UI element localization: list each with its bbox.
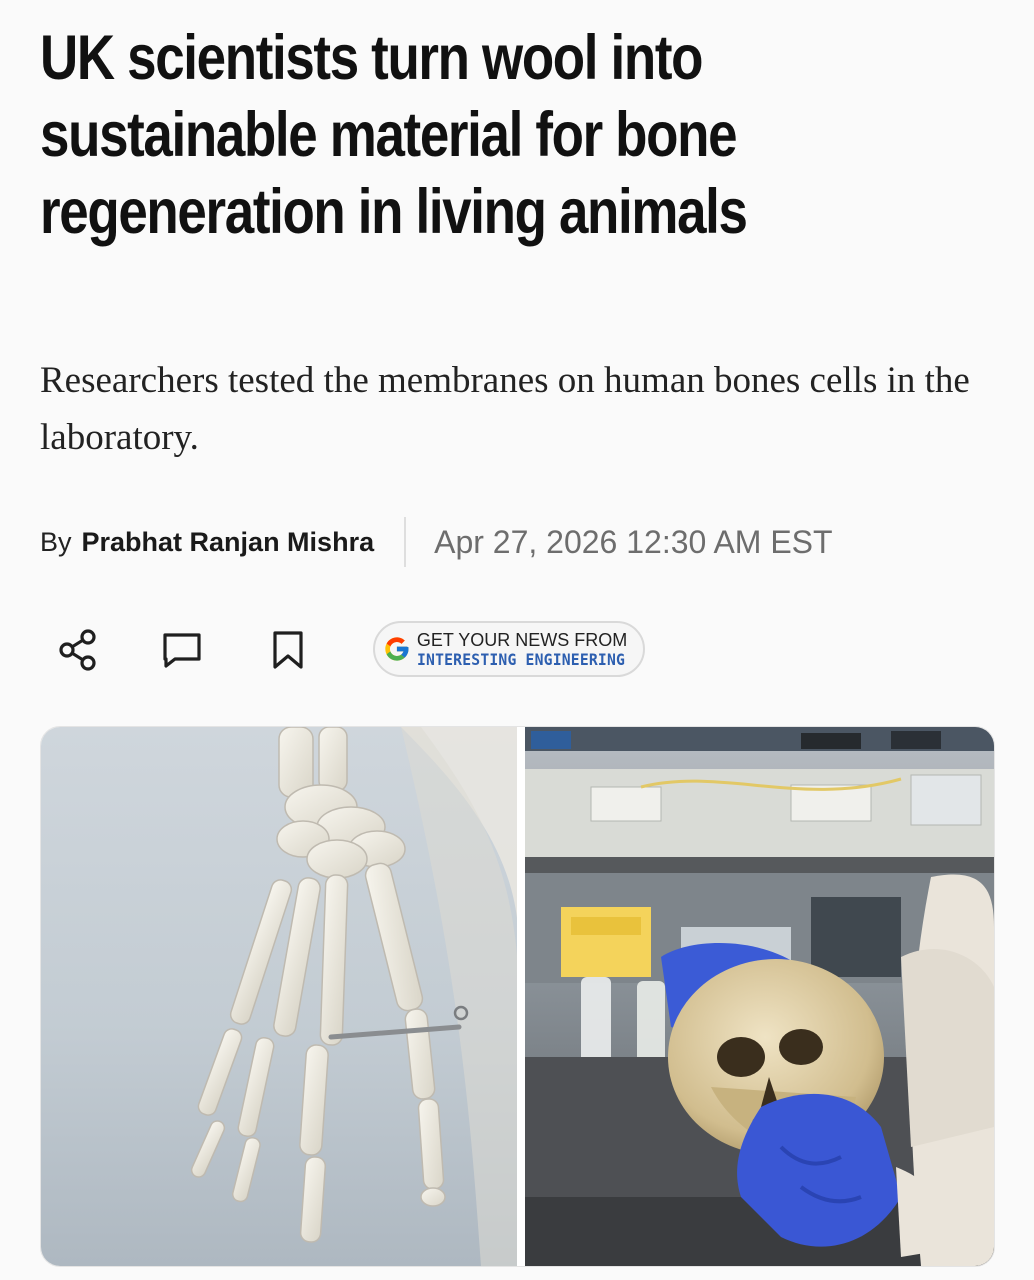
google-news-line1: GET YOUR NEWS FROM (416, 629, 628, 650)
comment-icon (163, 633, 201, 668)
google-g-icon (385, 637, 409, 661)
article-headline: UK scientists turn wool into sustainable… (40, 23, 748, 247)
google-news-follow-button[interactable]: GET YOUR NEWS FROM INTERESTING ENGINEERI… (373, 621, 645, 677)
article-subheadline: Researchers tested the membranes on huma… (40, 360, 970, 458)
hero-image (40, 726, 995, 1267)
byline-prefix: By (40, 526, 72, 557)
byline: By Prabhat Ranjan Mishra Apr 27, 2026 12… (40, 515, 833, 569)
author-name[interactable]: Prabhat Ranjan Mishra (82, 527, 375, 558)
bookmark-button[interactable] (262, 624, 314, 676)
skeleton-hand-photo (41, 727, 525, 1266)
bookmark-icon (273, 631, 303, 669)
article-actions: GET YOUR NEWS FROM INTERESTING ENGINEERI… (40, 618, 740, 682)
comment-button[interactable] (156, 624, 208, 676)
share-icon (59, 629, 96, 671)
share-button[interactable] (52, 624, 104, 676)
google-news-line2: INTERESTING ENGINEERING (416, 649, 625, 669)
publish-date: Apr 27, 2026 12:30 AM EST (434, 523, 833, 560)
lab-skull-photo (525, 727, 994, 1266)
byline-divider (404, 517, 407, 567)
